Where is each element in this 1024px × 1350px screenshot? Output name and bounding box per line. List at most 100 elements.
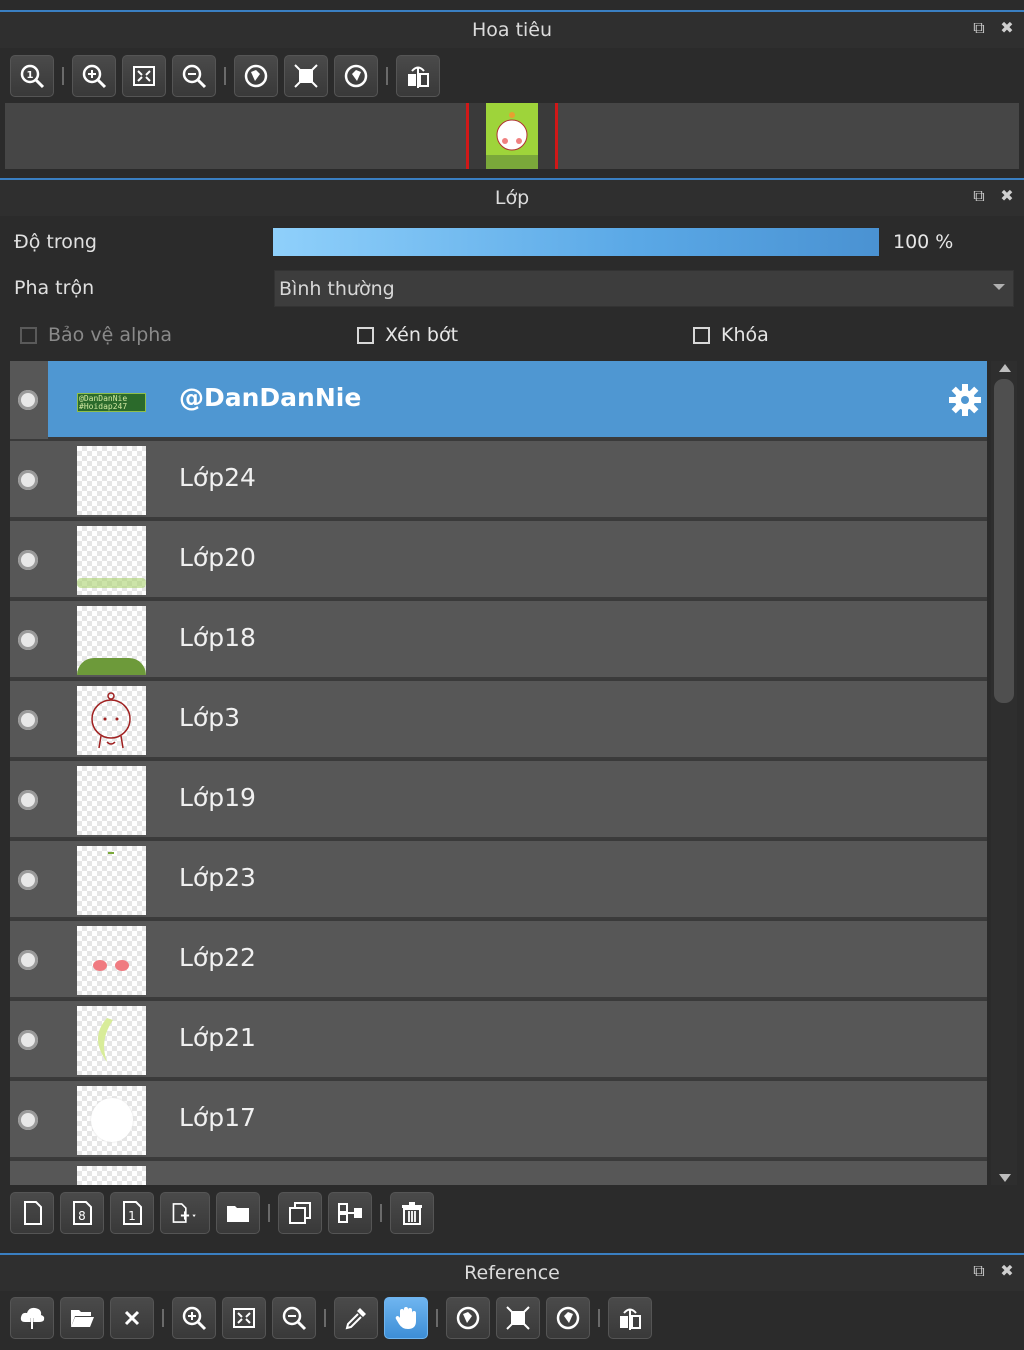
fit-canvas-button[interactable]: [496, 1297, 540, 1339]
folder-icon: [227, 1206, 249, 1222]
detach-icon[interactable]: ⧉: [970, 1262, 988, 1280]
hand-tool-button[interactable]: [384, 1297, 428, 1339]
separator: [62, 67, 64, 85]
protect-alpha-checkbox[interactable]: Bảo vệ alpha: [20, 324, 172, 346]
layer-row[interactable]: Lớp23: [10, 841, 987, 919]
layer-thumbnail: [77, 446, 146, 515]
new-1bit-layer-button[interactable]: 1: [110, 1192, 154, 1234]
fit-screen-button[interactable]: [222, 1297, 266, 1339]
blend-mode-value: Bình thường: [279, 277, 395, 300]
new-folder-button[interactable]: [216, 1192, 260, 1234]
zoom-in-button[interactable]: [172, 1297, 216, 1339]
scroll-thumb[interactable]: [994, 379, 1014, 703]
svg-text:1: 1: [128, 1209, 136, 1223]
opacity-slider[interactable]: [272, 227, 880, 257]
layer-thumbnail: [77, 846, 146, 915]
layer-thumbnail: [77, 766, 146, 835]
visibility-eye-icon[interactable]: [18, 1110, 38, 1130]
close-reference-button[interactable]: [110, 1297, 154, 1339]
checkbox-box: [20, 326, 37, 344]
rotate-right-button[interactable]: [546, 1297, 590, 1339]
visibility-eye-icon[interactable]: [18, 790, 38, 810]
navigator-viewport-frame[interactable]: [466, 103, 558, 169]
detach-icon[interactable]: ⧉: [970, 19, 988, 37]
layer-row[interactable]: Lớp3: [10, 681, 987, 759]
flip-horizontal-button[interactable]: [396, 55, 440, 97]
new-8bit-layer-button[interactable]: 8: [60, 1192, 104, 1234]
open-folder-button[interactable]: [60, 1297, 104, 1339]
add-layer-menu-button[interactable]: [160, 1192, 210, 1234]
navigator-toolbar: 1: [0, 54, 1024, 98]
layer-list-scrollbar[interactable]: [991, 361, 1017, 1185]
layer-name: Lớp3: [179, 703, 240, 732]
rotate-right-button[interactable]: [334, 55, 378, 97]
reference-title: Reference: [464, 1262, 560, 1284]
lock-checkbox[interactable]: Khóa: [693, 324, 769, 346]
navigator-header: Hoa tiêu ⧉ ✖: [0, 10, 1024, 48]
visibility-eye-icon[interactable]: [18, 710, 38, 730]
scroll-up-icon[interactable]: [999, 364, 1011, 372]
flip-horizontal-button[interactable]: [608, 1297, 652, 1339]
zoom-in-button[interactable]: [72, 55, 116, 97]
svg-text:8: 8: [78, 1209, 86, 1223]
layer-list[interactable]: @DanDanNie #Hoidap247 @DanDanNie Lớp24 L…: [10, 361, 987, 1185]
clipping-label: Xén bớt: [385, 324, 459, 346]
detach-icon[interactable]: ⧉: [970, 187, 988, 205]
duplicate-layer-button[interactable]: [278, 1192, 322, 1234]
zoom-actual-button[interactable]: 1: [10, 55, 54, 97]
close-icon[interactable]: ✖: [998, 187, 1016, 205]
layer-row[interactable]: @DanDanNie #Hoidap247 @DanDanNie: [10, 361, 987, 439]
visibility-eye-icon[interactable]: [18, 870, 38, 890]
separator: [224, 67, 226, 85]
fit-screen-icon: [233, 1308, 255, 1328]
rotate-left-button[interactable]: [234, 55, 278, 97]
rotate-left-button[interactable]: [446, 1297, 490, 1339]
fit-canvas-button[interactable]: [284, 55, 328, 97]
visibility-eye-icon[interactable]: [18, 390, 38, 410]
delete-layer-button[interactable]: [390, 1192, 434, 1234]
lock-label: Khóa: [721, 324, 769, 346]
new-8bit-layer-icon: 8: [73, 1201, 92, 1225]
open-cloud-button[interactable]: [10, 1297, 54, 1339]
scroll-down-icon[interactable]: [999, 1174, 1011, 1182]
eyedropper-button[interactable]: [334, 1297, 378, 1339]
new-layer-button[interactable]: [10, 1192, 54, 1234]
layer-row[interactable]: Lớp19: [10, 761, 987, 839]
clipping-checkbox[interactable]: Xén bớt: [357, 324, 458, 346]
layer-row[interactable]: Lớp18: [10, 601, 987, 679]
layer-thumbnail: [77, 606, 146, 675]
layer-row[interactable]: Lớp22: [10, 921, 987, 999]
layer-name: @DanDanNie: [179, 383, 362, 412]
add-layer-menu-icon: [172, 1203, 196, 1223]
fit-screen-icon: [133, 66, 155, 86]
rotate-right-icon: [344, 64, 368, 88]
visibility-eye-icon[interactable]: [18, 550, 38, 570]
layer-row[interactable]: Lớp20: [10, 521, 987, 599]
visibility-eye-icon[interactable]: [18, 950, 38, 970]
layer-thumbnail: [77, 1006, 146, 1075]
visibility-eye-icon[interactable]: [18, 470, 38, 490]
layer-row[interactable]: Lớp17: [10, 1081, 987, 1159]
zoom-out-button[interactable]: [172, 55, 216, 97]
layer-name: Lớp24: [179, 463, 256, 492]
visibility-eye-icon[interactable]: [18, 1030, 38, 1050]
layer-thumbnail: @DanDanNie #Hoidap247: [77, 366, 146, 435]
fit-screen-button[interactable]: [122, 55, 166, 97]
zoom-out-button[interactable]: [272, 1297, 316, 1339]
open-folder-icon: [71, 1310, 94, 1327]
close-icon: [124, 1310, 140, 1326]
close-icon[interactable]: ✖: [998, 19, 1016, 37]
navigator-preview[interactable]: [5, 103, 1019, 169]
layer-row[interactable]: [10, 1161, 987, 1185]
visibility-eye-icon[interactable]: [18, 630, 38, 650]
blend-mode-select[interactable]: Bình thường: [274, 270, 1014, 307]
layer-row[interactable]: Lớp24: [10, 441, 987, 519]
layer-row[interactable]: Lớp21: [10, 1001, 987, 1079]
merge-down-button[interactable]: [328, 1192, 372, 1234]
gear-icon[interactable]: [947, 382, 983, 418]
layer-thumbnail: [77, 926, 146, 995]
zoom-out-icon: [182, 64, 207, 89]
cloud-download-icon: [20, 1307, 45, 1331]
close-icon[interactable]: ✖: [998, 1262, 1016, 1280]
zoom-actual-icon: 1: [20, 64, 45, 89]
